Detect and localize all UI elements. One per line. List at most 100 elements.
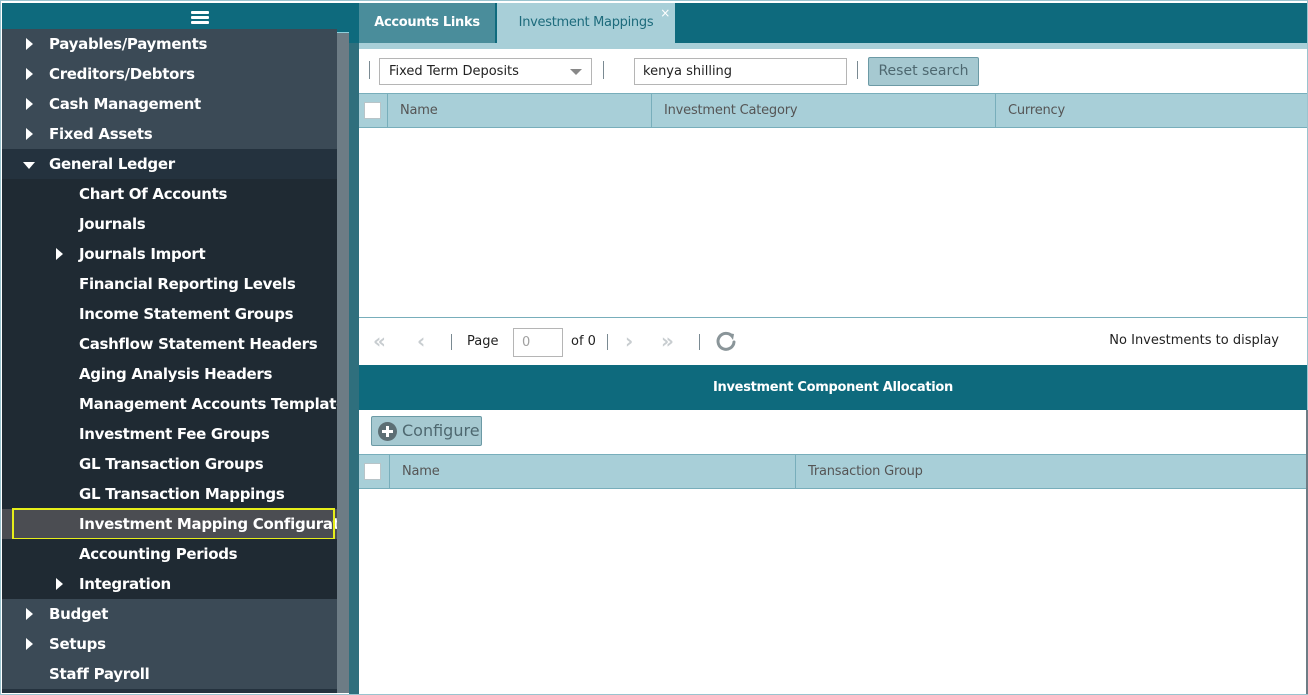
column-header-currency[interactable]: Currency bbox=[995, 94, 1307, 127]
sidebar-scrollbar[interactable] bbox=[337, 33, 349, 693]
sidebar-item-label: Integration bbox=[79, 575, 171, 593]
column-header-name[interactable]: Name bbox=[389, 455, 795, 488]
sidebar-item-label: Cashflow Statement Headers bbox=[79, 335, 318, 353]
caret-right-icon[interactable] bbox=[26, 608, 33, 620]
sidebar-item-label: Staff Payroll bbox=[49, 665, 150, 683]
investment-mappings-panel: Fixed Term Deposits Reset search Name In… bbox=[359, 49, 1308, 694]
sidebar-item-cash-management[interactable]: Cash Management bbox=[2, 89, 337, 119]
sidebar-item-label: Setups bbox=[49, 635, 106, 653]
allocation-grid-body bbox=[359, 489, 1307, 694]
caret-right-icon[interactable] bbox=[26, 38, 33, 50]
pager-separator bbox=[607, 334, 608, 350]
sidebar-item-financial-reporting-levels[interactable]: Financial Reporting Levels bbox=[2, 269, 337, 299]
main-area: Accounts Links Investment Mappings × Fix… bbox=[349, 3, 1308, 694]
sidebar-item-label: GL Transaction Mappings bbox=[79, 485, 285, 503]
pager-separator bbox=[451, 334, 452, 350]
configure-label: Configure bbox=[402, 421, 480, 440]
sidebar-item-label: Financial Reporting Levels bbox=[79, 275, 296, 293]
sidebar-item-payables-payments[interactable]: Payables/Payments bbox=[2, 29, 337, 59]
caret-right-icon[interactable] bbox=[26, 68, 33, 80]
sidebar-item-cashflow-statement-headers[interactable]: Cashflow Statement Headers bbox=[2, 329, 337, 359]
next-page-icon[interactable]: › bbox=[625, 331, 633, 351]
close-icon[interactable]: × bbox=[660, 7, 670, 19]
sidebar-item-label: Fixed Assets bbox=[49, 125, 153, 143]
select-value: Fixed Term Deposits bbox=[389, 64, 519, 79]
panel-left-strip bbox=[349, 43, 359, 694]
column-header-investment-category[interactable]: Investment Category bbox=[651, 94, 995, 127]
investments-grid-body bbox=[359, 128, 1307, 317]
reset-search-button[interactable]: Reset search bbox=[868, 57, 979, 86]
sidebar-item-investment-mapping-configuration[interactable]: Investment Mapping Configuration bbox=[2, 508, 349, 540]
sidebar-item-aging-analysis-headers[interactable]: Aging Analysis Headers bbox=[2, 359, 337, 389]
caret-right-icon[interactable] bbox=[56, 578, 63, 590]
sidebar-item-creditors-debtors[interactable]: Creditors/Debtors bbox=[2, 59, 337, 89]
allocation-section-header: Investment Component Allocation bbox=[359, 365, 1307, 410]
sidebar-item-budget[interactable]: Budget bbox=[2, 599, 337, 629]
allocation-grid-header: Name Transaction Group bbox=[359, 454, 1307, 489]
sidebar-item-fixed-assets[interactable]: Fixed Assets bbox=[2, 119, 337, 149]
sidebar-item-label: General Ledger bbox=[49, 155, 175, 173]
sidebar-item-chart-of-accounts[interactable]: Chart Of Accounts bbox=[2, 179, 337, 209]
sidebar-item-gl-transaction-mappings[interactable]: GL Transaction Mappings bbox=[2, 479, 337, 509]
select-all-checkbox[interactable] bbox=[364, 463, 381, 480]
sidebar-item-label: Aging Analysis Headers bbox=[79, 365, 273, 383]
sidebar-item-investment-fee-groups[interactable]: Investment Fee Groups bbox=[2, 419, 337, 449]
previous-page-icon[interactable]: ‹ bbox=[417, 331, 425, 351]
sidebar-item-label: Investment Fee Groups bbox=[79, 425, 270, 443]
tab-bar: Accounts Links Investment Mappings × bbox=[349, 3, 1307, 43]
select-all-checkbox[interactable] bbox=[364, 102, 381, 119]
toolbar-separator bbox=[369, 61, 370, 79]
sidebar-item-label: GL Transaction Groups bbox=[79, 455, 264, 473]
investment-category-select[interactable]: Fixed Term Deposits bbox=[379, 58, 592, 85]
sidebar-item-label: Creditors/Debtors bbox=[49, 65, 195, 83]
caret-right-icon[interactable] bbox=[26, 638, 33, 650]
sidebar-item-staff-payroll[interactable]: Staff Payroll bbox=[2, 659, 337, 689]
sidebar-item-label: Management Accounts Templates bbox=[79, 395, 349, 413]
column-header-transaction-group[interactable]: Transaction Group bbox=[795, 455, 1307, 488]
sidebar-item-label: Budget bbox=[49, 605, 109, 623]
sidebar-item-journals[interactable]: Journals bbox=[2, 209, 337, 239]
tab-investment-mappings[interactable]: Investment Mappings × bbox=[497, 3, 675, 43]
sidebar-item-label: Cash Management bbox=[49, 95, 201, 113]
sidebar-item-setups[interactable]: Setups bbox=[2, 629, 337, 659]
chevron-down-icon[interactable] bbox=[570, 69, 582, 75]
caret-right-icon[interactable] bbox=[26, 98, 33, 110]
filter-toolbar: Fixed Term Deposits Reset search bbox=[359, 49, 1307, 93]
tab-accounts-links[interactable]: Accounts Links bbox=[359, 3, 495, 43]
pagination-bar: « ‹ Page of 0 › » No Investments to disp… bbox=[359, 317, 1307, 366]
sidebar-item-journals-import[interactable]: Journals Import bbox=[2, 239, 337, 269]
page-label: Page bbox=[467, 334, 499, 349]
last-page-icon[interactable]: » bbox=[661, 331, 674, 351]
caret-right-icon[interactable] bbox=[56, 248, 63, 260]
toolbar-separator bbox=[603, 61, 604, 79]
sidebar-item-integration[interactable]: Integration bbox=[2, 569, 337, 599]
sidebar-item-label: Payables/Payments bbox=[49, 35, 208, 53]
investments-grid-header: Name Investment Category Currency bbox=[359, 93, 1307, 128]
first-page-icon[interactable]: « bbox=[373, 331, 386, 351]
sidebar-item-label: Journals bbox=[79, 215, 146, 233]
caret-right-icon[interactable] bbox=[26, 128, 33, 140]
sidebar-item-label: Accounting Periods bbox=[79, 545, 238, 563]
sidebar-item-accounting-periods[interactable]: Accounting Periods bbox=[2, 539, 337, 569]
toolbar-separator bbox=[857, 61, 858, 79]
column-header-name[interactable]: Name bbox=[387, 94, 651, 127]
page-number-input[interactable] bbox=[513, 328, 563, 357]
sidebar-item-income-statement-groups[interactable]: Income Statement Groups bbox=[2, 299, 337, 329]
sidebar-item-label: Income Statement Groups bbox=[79, 305, 294, 323]
configure-button[interactable]: Configure bbox=[371, 416, 482, 446]
selection-highlight bbox=[12, 508, 335, 540]
sidebar-item-general-ledger[interactable]: General Ledger bbox=[2, 149, 337, 179]
sidebar: Payables/Payments Creditors/Debtors Cash M… bbox=[2, 3, 349, 693]
hamburger-menu-icon[interactable] bbox=[191, 11, 209, 25]
tab-label: Accounts Links bbox=[374, 15, 480, 30]
sidebar-item-label: Chart Of Accounts bbox=[79, 185, 228, 203]
sidebar-menu: Payables/Payments Creditors/Debtors Cash M… bbox=[2, 29, 349, 693]
search-input[interactable] bbox=[634, 58, 847, 85]
refresh-icon[interactable] bbox=[715, 330, 737, 352]
caret-down-icon[interactable] bbox=[23, 162, 35, 169]
sidebar-item-gl-transaction-groups[interactable]: GL Transaction Groups bbox=[2, 449, 337, 479]
sidebar-item-management-accounts-templates[interactable]: Management Accounts Templates bbox=[2, 389, 349, 419]
page-count-label: of 0 bbox=[571, 334, 596, 349]
sidebar-item-label: Journals Import bbox=[79, 245, 206, 263]
tab-label: Investment Mappings bbox=[518, 15, 654, 30]
